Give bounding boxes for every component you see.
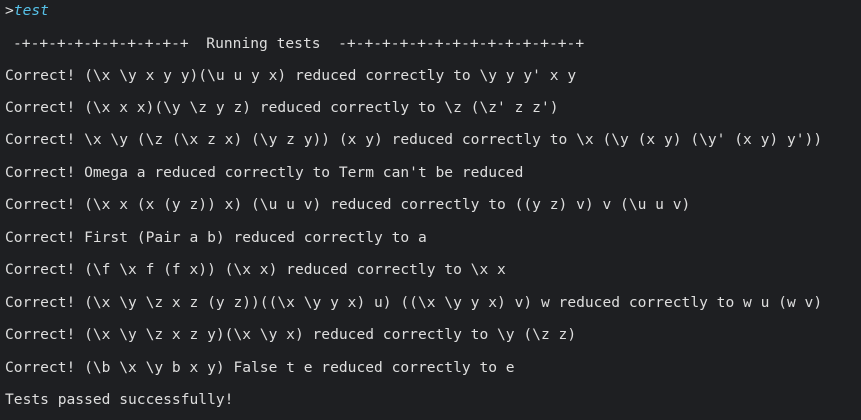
output-line: Correct! \x \y (\z (\x z x) (\y z y)) (x… <box>5 131 823 148</box>
output-line: Correct! (\x x (x (y z)) x) (\u u v) red… <box>5 196 691 213</box>
entered-command: test <box>13 2 49 19</box>
output-line: Correct! (\x x x)(\y \z y z) reduced cor… <box>5 99 559 116</box>
test-banner: -+-+-+-+-+-+-+-+-+-+ Running tests -+-+-… <box>13 35 585 52</box>
output-line: Correct! (\b \x \y b x y) False t e redu… <box>5 359 515 376</box>
command-prompt-line: >test <box>5 1 49 21</box>
prompt-symbol: > <box>5 2 14 19</box>
success-message: Tests passed successfully! <box>5 391 234 408</box>
output-line: Correct! (\x \y \z x z y)(\x \y x) reduc… <box>5 326 577 343</box>
output-line: Correct! (\f \x f (f x)) (\x x) reduced … <box>5 261 506 278</box>
output-line: Correct! (\x \y \z x z (y z))((\x \y y x… <box>5 294 823 311</box>
output-line: Correct! First (Pair a b) reduced correc… <box>5 229 427 246</box>
terminal-output: >test -+-+-+-+-+-+-+-+-+-+ Running tests… <box>0 0 861 420</box>
output-line: Correct! (\x \y x y y)(\u u y x) reduced… <box>5 67 577 84</box>
output-line: Correct! Omega a reduced correctly to Te… <box>5 164 524 181</box>
